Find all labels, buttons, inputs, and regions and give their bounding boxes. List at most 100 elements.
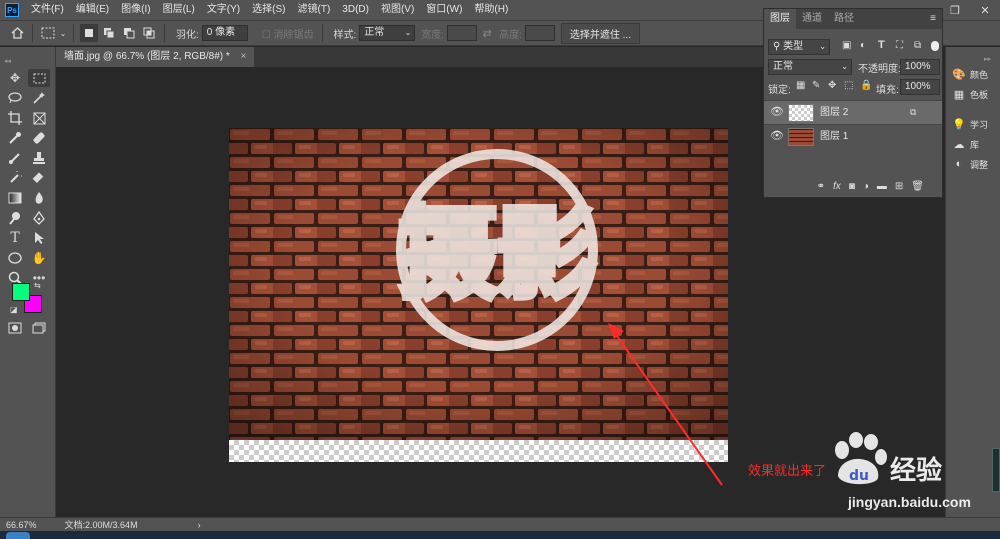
default-colors-icon[interactable]: ◪ <box>10 305 18 314</box>
palette-icon: 🎨 <box>952 68 966 81</box>
hand-tool-icon[interactable]: ✋ <box>28 249 50 267</box>
magic-wand-tool-icon[interactable] <box>28 89 50 107</box>
mask-icon[interactable]: ◙ <box>849 181 855 192</box>
menu-image[interactable]: 图像(I) <box>115 0 156 20</box>
lock-all-icon[interactable]: 🔒 <box>860 80 872 91</box>
filter-shape-icon[interactable]: ⛶ <box>896 40 903 51</box>
ellipse-tool-icon[interactable] <box>4 249 26 267</box>
dock-item-color[interactable]: 🎨 颜色 <box>952 65 988 83</box>
dock-collapse-icon[interactable]: ▸▸ <box>984 55 991 63</box>
layer-thumbnail <box>788 104 814 122</box>
swap-colors-icon[interactable]: ⇆ <box>34 281 41 290</box>
layer-name[interactable]: 图层 2 <box>820 101 848 125</box>
lock-position-icon[interactable]: ✥ <box>828 80 836 91</box>
height-input[interactable] <box>524 25 555 41</box>
menu-window[interactable]: 窗口(W) <box>420 0 468 20</box>
trash-icon[interactable]: 🗑 <box>911 181 924 192</box>
menu-layer[interactable]: 图层(L) <box>157 0 201 20</box>
maximize-button[interactable]: ❐ <box>940 0 970 20</box>
path-selection-tool-icon[interactable] <box>28 229 50 247</box>
eraser-tool-icon[interactable] <box>28 169 50 187</box>
status-menu-icon[interactable]: › <box>198 520 201 530</box>
adjustment-icon[interactable]: ◑ <box>863 181 869 192</box>
lasso-tool-icon[interactable] <box>4 89 26 107</box>
swap-dimensions-icon[interactable]: ⇄ <box>478 24 496 42</box>
menu-3d[interactable]: 3D(D) <box>336 0 375 20</box>
menu-select[interactable]: 选择(S) <box>246 0 291 20</box>
dodge-tool-icon[interactable] <box>4 209 26 227</box>
filter-kind-select[interactable]: ⚲ 类型 ⌄ <box>768 39 830 55</box>
marquee-tool-icon[interactable] <box>28 69 50 87</box>
panel-menu-icon[interactable]: ≡ <box>924 9 942 29</box>
menu-filter[interactable]: 滤镜(T) <box>292 0 337 20</box>
menu-edit[interactable]: 编辑(E) <box>70 0 115 20</box>
lock-image-icon[interactable]: ✎ <box>812 80 820 91</box>
menu-type[interactable]: 文字(Y) <box>201 0 246 20</box>
filter-smart-object-icon[interactable]: ⧉ <box>914 40 921 51</box>
menu-help[interactable]: 帮助(H) <box>468 0 514 20</box>
quick-mask-icon[interactable] <box>4 319 26 337</box>
eye-icon[interactable]: 👁 <box>770 130 784 142</box>
dock-item-learn[interactable]: 💡 学习 <box>952 115 988 133</box>
gradient-tool-icon[interactable] <box>4 189 26 207</box>
start-button[interactable] <box>6 532 30 539</box>
filter-adjustment-icon[interactable]: ◐ <box>860 40 866 51</box>
width-input[interactable] <box>447 25 478 41</box>
type-tool-icon[interactable]: T <box>4 229 26 247</box>
dock-item-adjustments[interactable]: ◐ 调整 <box>952 155 988 173</box>
rect-marquee-preset-icon[interactable] <box>39 24 57 42</box>
folder-icon[interactable]: ▬ <box>877 181 887 192</box>
new-layer-icon[interactable]: ⊞ <box>895 181 903 192</box>
blend-mode-select[interactable]: 正常 ⌄ <box>768 59 852 75</box>
fill-input[interactable]: 100% <box>900 79 940 95</box>
filter-pixel-icon[interactable]: ▣ <box>842 40 851 51</box>
close-icon[interactable]: × <box>241 51 247 62</box>
frame-tool-icon[interactable] <box>28 109 50 127</box>
home-icon[interactable] <box>8 24 26 42</box>
side-widget[interactable] <box>992 448 1000 492</box>
crop-tool-icon[interactable] <box>4 109 26 127</box>
feather-input[interactable]: 0 像素 <box>201 25 248 41</box>
pen-tool-icon[interactable] <box>28 209 50 227</box>
menu-view[interactable]: 视图(V) <box>375 0 420 20</box>
eyedropper-tool-icon[interactable] <box>4 129 26 147</box>
dock-item-libraries[interactable]: ☁ 库 <box>952 135 980 153</box>
brush-tool-icon[interactable] <box>4 149 26 167</box>
move-tool-icon[interactable]: ✥ <box>4 69 26 87</box>
subtract-selection-icon[interactable] <box>120 24 138 42</box>
tab-layers[interactable]: 图层 <box>764 9 796 29</box>
chevron-down-icon[interactable]: ⌄ <box>59 24 67 42</box>
link-icon[interactable]: ⚭ <box>817 181 825 192</box>
dock-item-swatches[interactable]: ▦ 色板 <box>952 85 988 103</box>
layer-name[interactable]: 图层 1 <box>820 125 848 149</box>
lock-artboard-icon[interactable]: ⬚ <box>844 80 853 91</box>
opacity-input[interactable]: 100% <box>900 59 940 75</box>
toolbox-collapse-icon[interactable]: ◂◂ <box>4 57 11 65</box>
antialias-checkbox[interactable]: ☐ 消除锯齿 <box>262 26 314 41</box>
fx-icon[interactable]: fx <box>833 181 841 192</box>
clone-stamp-tool-icon[interactable] <box>28 149 50 167</box>
add-selection-icon[interactable] <box>100 24 118 42</box>
close-button[interactable]: ✕ <box>970 0 1000 20</box>
zoom-level[interactable]: 66.67% <box>6 520 37 530</box>
tab-paths[interactable]: 路径 <box>828 9 860 29</box>
layer-row-1[interactable]: 👁 图层 1 <box>764 124 942 148</box>
foreground-color-swatch[interactable] <box>12 283 30 301</box>
lock-transparent-icon[interactable]: ▦ <box>796 80 805 91</box>
eye-icon[interactable]: 👁 <box>770 106 784 118</box>
document-tab[interactable]: 墙面.jpg @ 66.7% (图层 2, RGB/8#) * × <box>56 47 255 67</box>
new-selection-icon[interactable] <box>80 24 98 42</box>
select-and-mask-button[interactable]: 选择并遮住 ... <box>560 22 640 44</box>
layer-row-2[interactable]: 👁 图层 2 ⧉ <box>764 100 942 124</box>
healing-brush-tool-icon[interactable] <box>28 129 50 147</box>
screen-mode-icon[interactable] <box>28 319 50 337</box>
divider <box>32 24 33 42</box>
intersect-selection-icon[interactable] <box>140 24 158 42</box>
filter-toggle-switch[interactable] <box>931 41 939 51</box>
history-brush-tool-icon[interactable] <box>4 169 26 187</box>
tab-channels[interactable]: 通道 <box>796 9 828 29</box>
style-select[interactable]: 正常 ⌄ <box>359 25 416 41</box>
filter-type-icon[interactable]: T <box>878 39 885 51</box>
menu-file[interactable]: 文件(F) <box>25 0 70 20</box>
blur-tool-icon[interactable] <box>28 189 50 207</box>
